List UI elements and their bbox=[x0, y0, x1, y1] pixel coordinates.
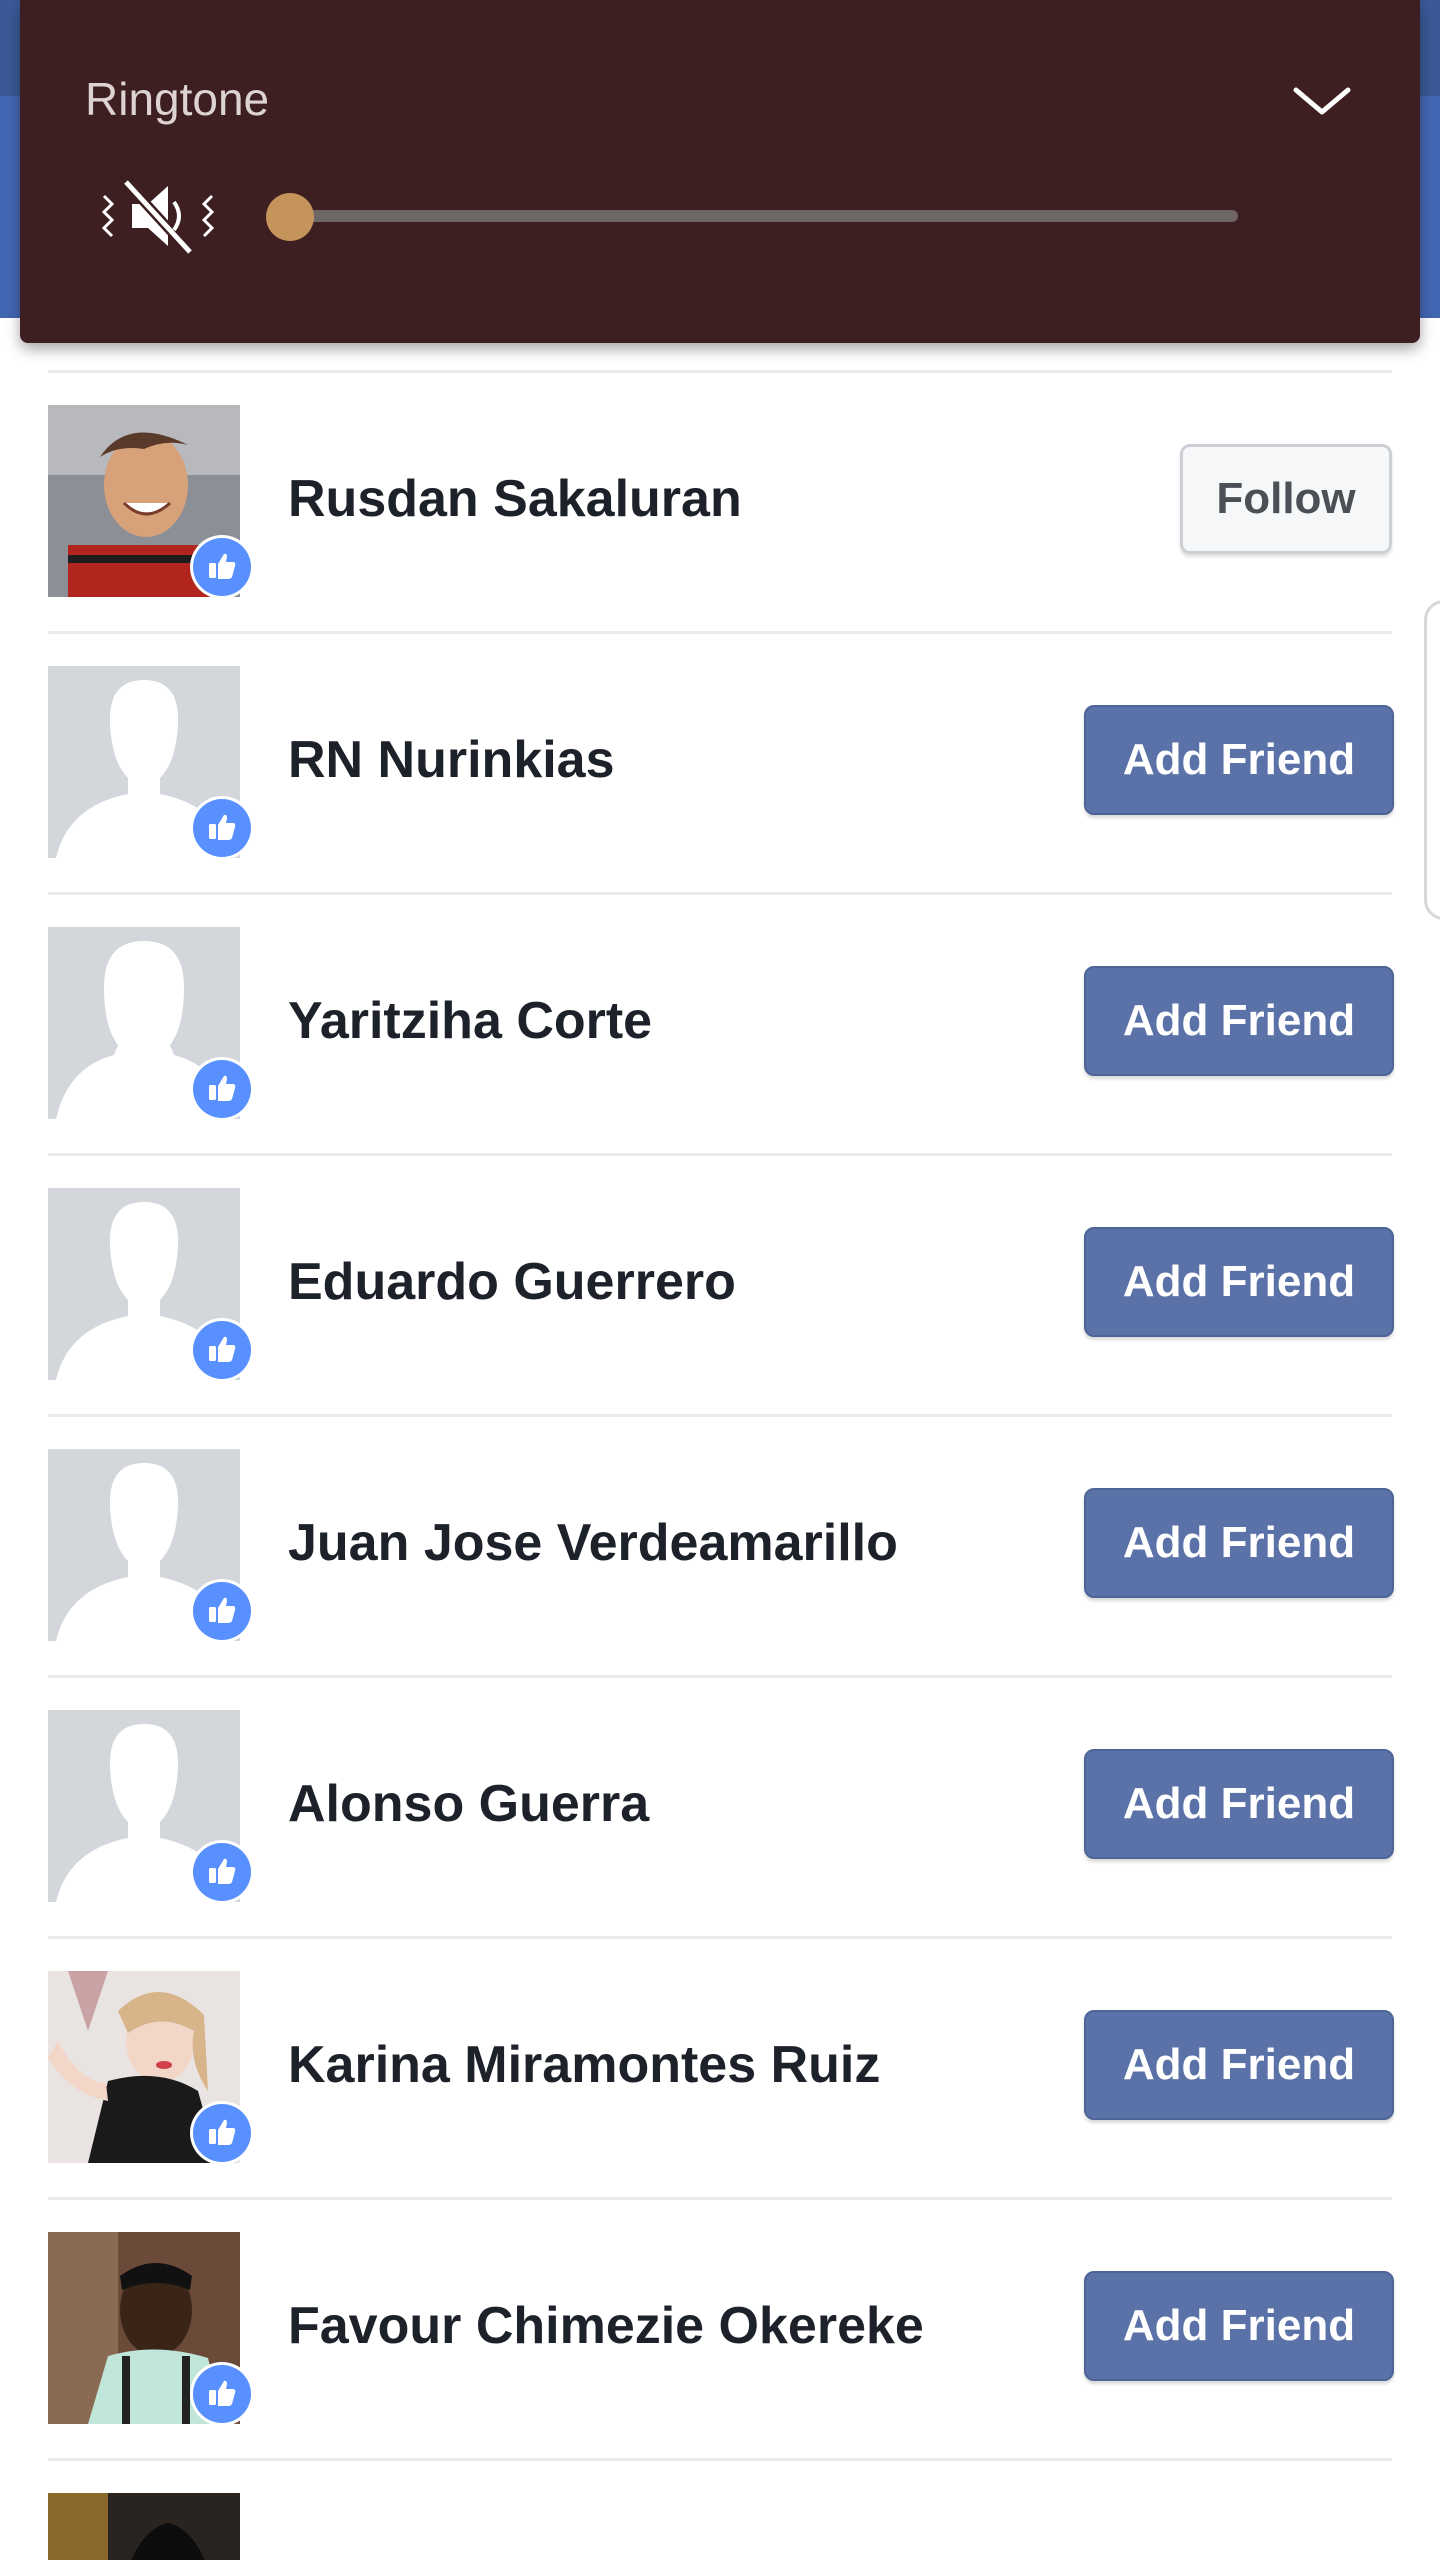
volume-slider-track[interactable] bbox=[292, 210, 1238, 222]
volume-stream-label: Ringtone bbox=[85, 73, 270, 125]
vibrate-mute-icon[interactable] bbox=[96, 170, 220, 262]
like-icon bbox=[190, 2101, 254, 2165]
list-item bbox=[48, 2458, 1392, 2560]
list-item: Favour Chimezie Okereke Add Friend bbox=[48, 2197, 1394, 2458]
add-friend-button[interactable]: Add Friend bbox=[1084, 2271, 1394, 2381]
list-item: Rusdan Sakaluran Follow bbox=[48, 370, 1392, 631]
like-icon bbox=[190, 535, 254, 599]
like-icon bbox=[190, 1579, 254, 1643]
like-icon bbox=[190, 1057, 254, 1121]
like-icon bbox=[190, 1840, 254, 1904]
list-item: Karina Miramontes Ruiz Add Friend bbox=[48, 1936, 1394, 2197]
list-item: Eduardo Guerrero Add Friend bbox=[48, 1153, 1394, 1414]
add-friend-button[interactable]: Add Friend bbox=[1084, 1227, 1394, 1337]
add-friend-button[interactable]: Add Friend bbox=[1084, 1749, 1394, 1859]
volume-panel: Ringtone bbox=[20, 0, 1420, 343]
friend-name[interactable]: Yaritziha Corte bbox=[288, 991, 652, 1051]
list-item: Juan Jose Verdeamarillo Add Friend bbox=[48, 1414, 1394, 1675]
friend-name[interactable]: Rusdan Sakaluran bbox=[288, 469, 742, 529]
volume-slider-thumb[interactable] bbox=[266, 193, 314, 241]
like-icon bbox=[190, 2362, 254, 2426]
chevron-down-icon[interactable] bbox=[1282, 72, 1362, 132]
avatar[interactable] bbox=[48, 2493, 240, 2560]
friend-name[interactable]: Favour Chimezie Okereke bbox=[288, 2296, 924, 2356]
friend-name[interactable]: RN Nurinkias bbox=[288, 730, 615, 790]
add-friend-button[interactable]: Add Friend bbox=[1084, 966, 1394, 1076]
list-item: RN Nurinkias Add Friend bbox=[48, 631, 1394, 892]
screen: Ringtone Rusdan Sakaluran Follow RN Nuri… bbox=[0, 0, 1440, 2560]
friend-name[interactable]: Karina Miramontes Ruiz bbox=[288, 2035, 880, 2095]
friend-name[interactable]: Alonso Guerra bbox=[288, 1774, 649, 1834]
list-item: Alonso Guerra Add Friend bbox=[48, 1675, 1394, 1936]
friend-name[interactable]: Eduardo Guerrero bbox=[288, 1252, 736, 1312]
like-icon bbox=[190, 796, 254, 860]
side-handle[interactable] bbox=[1424, 600, 1440, 920]
add-friend-button[interactable]: Add Friend bbox=[1084, 2010, 1394, 2120]
friend-suggestion-list: Rusdan Sakaluran Follow RN Nurinkias Add… bbox=[0, 370, 1440, 2560]
like-icon bbox=[190, 1318, 254, 1382]
add-friend-button[interactable]: Add Friend bbox=[1084, 1488, 1394, 1598]
friend-name[interactable]: Juan Jose Verdeamarillo bbox=[288, 1513, 898, 1573]
add-friend-button[interactable]: Add Friend bbox=[1084, 705, 1394, 815]
follow-button[interactable]: Follow bbox=[1180, 444, 1392, 554]
list-item: Yaritziha Corte Add Friend bbox=[48, 892, 1394, 1153]
